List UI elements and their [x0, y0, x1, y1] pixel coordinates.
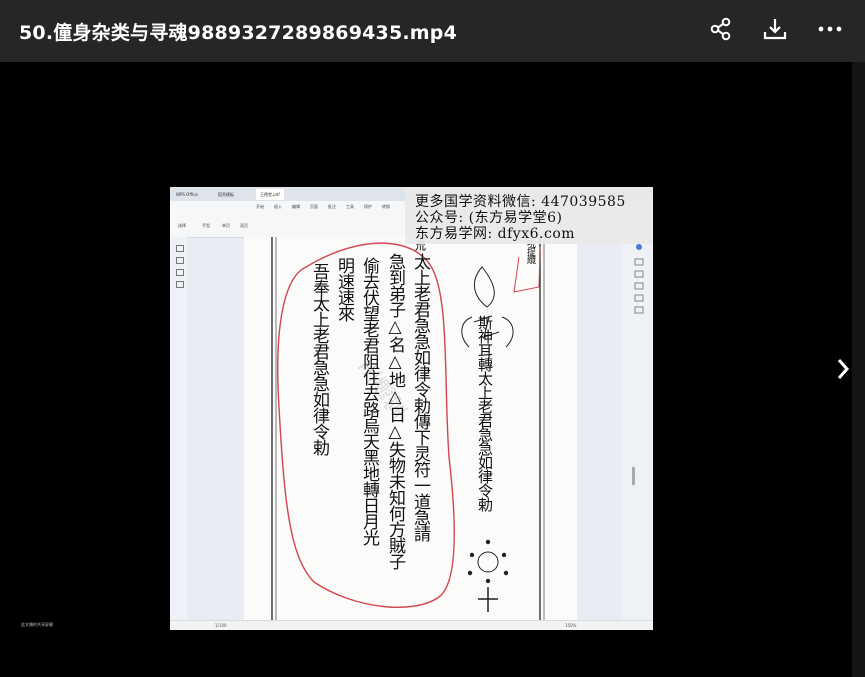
incantation-col-1: 太上老君急急如律令勅傳下灵符一道急請: [410, 253, 430, 541]
right-rail-icons: [632, 244, 644, 485]
menu-tools[interactable]: 工具: [346, 204, 354, 210]
share-caption: 此文播的共享屏幕: [21, 622, 53, 627]
document-page: 王德堂 斯神耳轉太上老君急急如律令勅 呪提纜 㐬 太上老君急急如律令勅傳下灵符一…: [244, 237, 577, 620]
menu-edit[interactable]: 编辑: [292, 204, 300, 210]
download-icon[interactable]: [760, 14, 790, 44]
right-tool-rail: [622, 237, 653, 620]
tab-document[interactable]: 王德堂.pdf: [256, 189, 284, 200]
attachment-icon[interactable]: [176, 281, 184, 288]
page-indicator[interactable]: 1/100: [215, 623, 227, 628]
tool-single-page[interactable]: 单页: [222, 223, 230, 229]
watermark-overlay: 更多国学资料微信: 447039585 公众号: (东方易学堂6) 东方易学网:…: [405, 187, 653, 244]
menu-convert[interactable]: 转换: [382, 204, 390, 210]
watermark-site: 东方易学网: dfyx6.com: [415, 226, 576, 242]
menu-comment[interactable]: 批注: [328, 204, 336, 210]
menu-protect[interactable]: 保护: [364, 204, 372, 210]
comment-icon[interactable]: [176, 269, 184, 276]
status-bar: 1/100 150%: [170, 620, 653, 630]
menu-insert[interactable]: 插入: [274, 204, 282, 210]
tool-select[interactable]: 选择: [178, 223, 186, 229]
title-bar: 50.僮身杂类与寻魂9889327289869435.mp4: [0, 0, 865, 62]
share-icon[interactable]: [706, 14, 736, 44]
chevron-right-icon[interactable]: [834, 356, 852, 382]
tab-wps[interactable]: WPS Office: [172, 189, 202, 200]
video-title: 50.僮身杂类与寻魂9889327289869435.mp4: [19, 22, 458, 44]
tool-double-page[interactable]: 双页: [240, 223, 248, 229]
left-tool-rail: [170, 237, 187, 620]
scrollbar[interactable]: [852, 62, 865, 677]
incantation-col-5: 吾奉太上老君急急如律令勅: [309, 263, 329, 455]
zoom-level[interactable]: 150%: [565, 623, 576, 628]
incantation-col-4: 明速速來: [334, 257, 354, 321]
tool-hand[interactable]: 手型: [202, 223, 210, 229]
tab-templates[interactable]: 稻壳模板: [214, 189, 238, 200]
thumbnail-icon[interactable]: [176, 245, 184, 252]
bookmark-icon[interactable]: [176, 257, 184, 264]
more-icon[interactable]: [815, 14, 845, 44]
incantation-col-2: 急到弟子△名△地△日△失物未知何方賊子: [385, 253, 405, 569]
incantation-col-3: 偷去伏望老君阻住去路烏天黑地轉日月光: [359, 257, 379, 545]
shared-screen-frame: WPS Office 稻壳模板 王德堂.pdf 开始 插入 编辑 页面 批注 工…: [170, 187, 653, 630]
talisman-text: 斯神耳轉太上老君急急如律令勅: [476, 315, 494, 511]
menu-page[interactable]: 页面: [310, 204, 318, 210]
menu-home[interactable]: 开始: [256, 204, 264, 210]
